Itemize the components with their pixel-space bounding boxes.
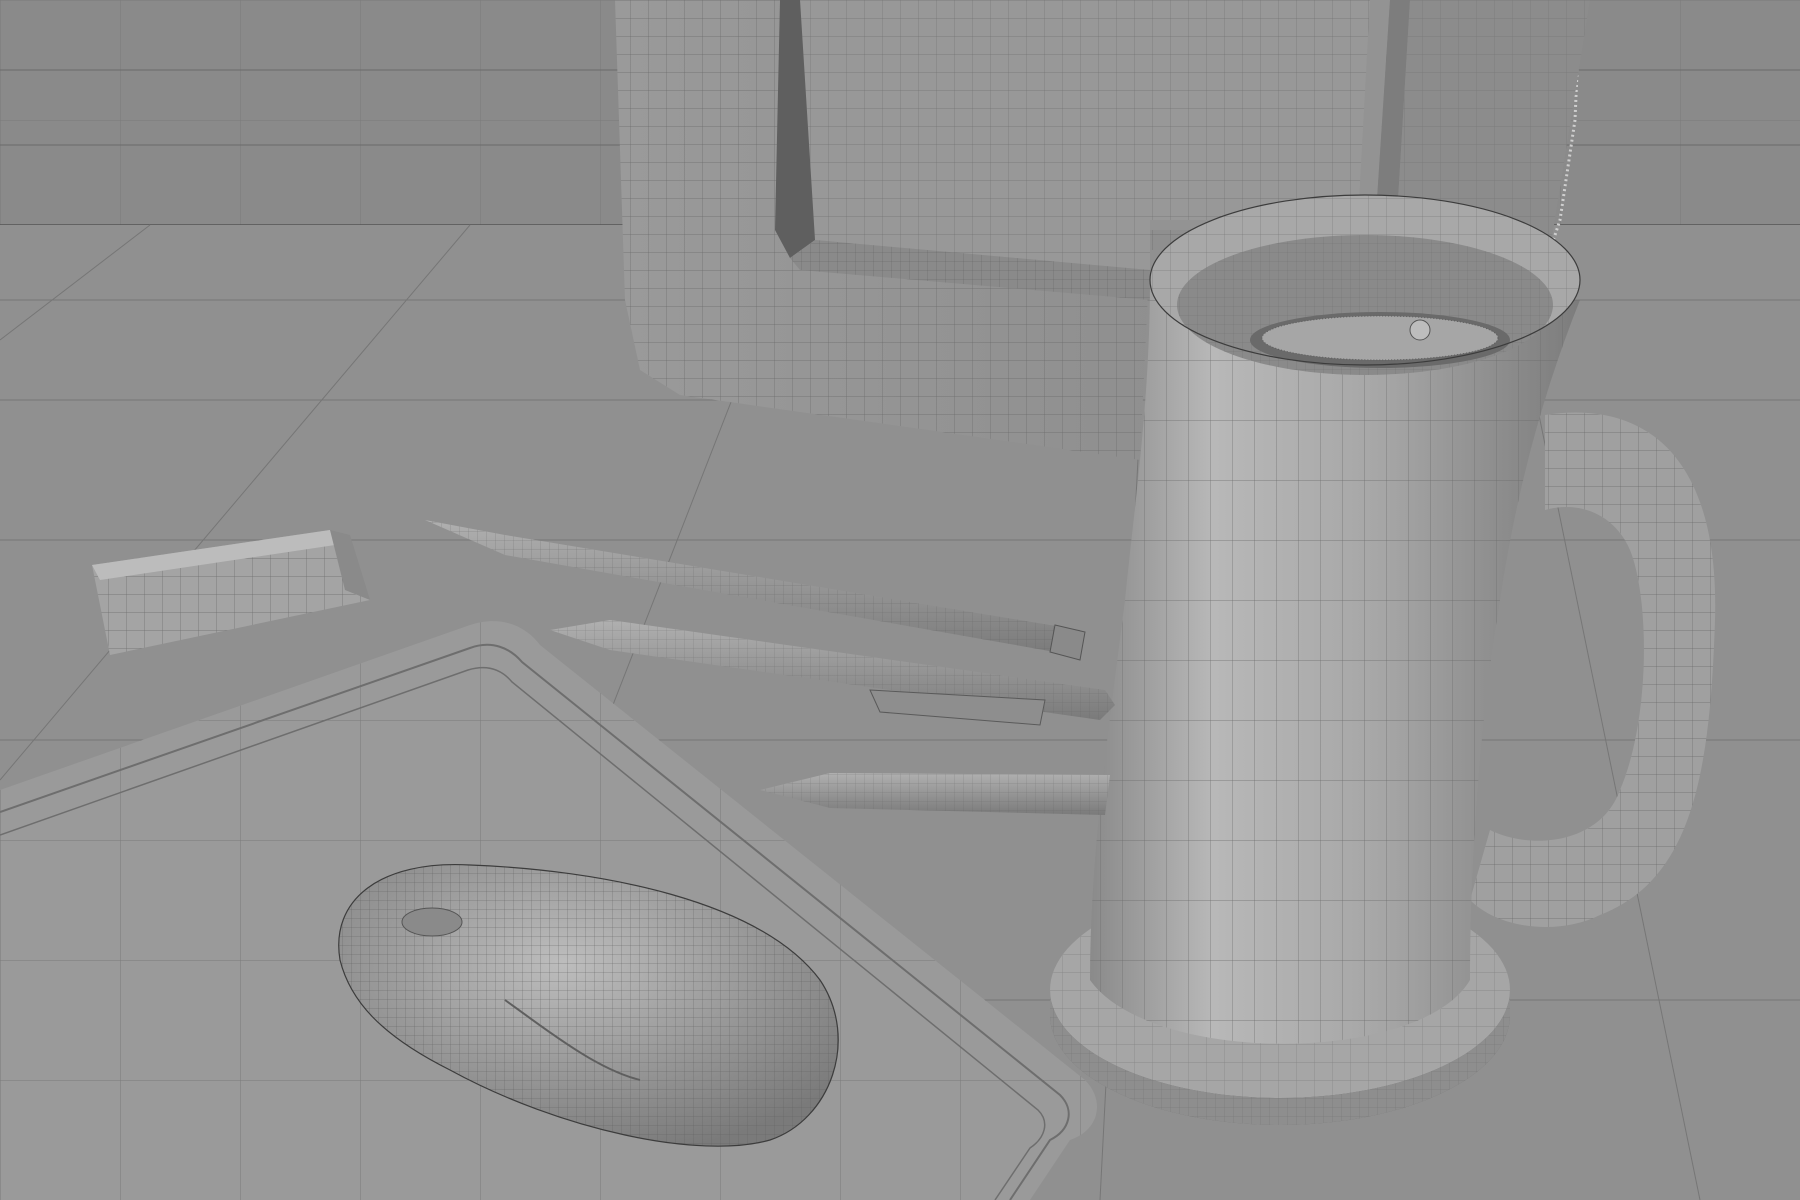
scroll-wheel-icon xyxy=(401,907,463,937)
3d-viewport[interactable] xyxy=(0,0,1800,1200)
